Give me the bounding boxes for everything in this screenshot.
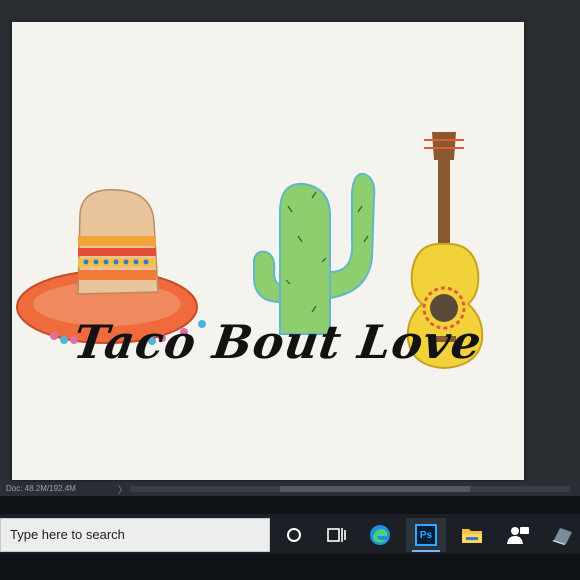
status-menu-arrow-icon[interactable]: 〉 xyxy=(118,483,127,496)
photoshop-status-bar: Doc: 48.2M/192.4M 〉 xyxy=(0,482,580,496)
search-input[interactable] xyxy=(10,527,260,542)
scrollbar-thumb[interactable] xyxy=(280,486,470,492)
document-size-readout: Doc: 48.2M/192.4M xyxy=(6,484,76,493)
app-icon xyxy=(552,528,572,545)
windows-taskbar: Ps xyxy=(0,496,580,580)
ps-icon: Ps xyxy=(415,524,437,546)
horizontal-scrollbar[interactable] xyxy=(130,486,570,492)
edge-button[interactable] xyxy=(360,518,400,552)
cactus-icon xyxy=(253,172,376,335)
edge-icon xyxy=(370,525,390,545)
document-canvas[interactable]: Taco Bout Love xyxy=(12,22,524,480)
people-button[interactable] xyxy=(498,518,538,552)
photoshop-taskbar-button[interactable]: Ps xyxy=(406,518,446,552)
people-icon xyxy=(507,527,529,544)
extra-app-button[interactable] xyxy=(542,518,580,552)
task-view-icon xyxy=(327,528,346,542)
artwork-illustration xyxy=(16,132,484,370)
cortana-button[interactable] xyxy=(274,518,314,552)
file-explorer-button[interactable] xyxy=(452,518,492,552)
folder-icon xyxy=(462,529,482,543)
photoshop-workspace: Taco Bout Love xyxy=(0,0,580,485)
circle-icon xyxy=(287,528,301,542)
ps-icon-label: Ps xyxy=(419,529,433,541)
taskbar-search-box[interactable] xyxy=(0,518,270,552)
artwork-title-text: Taco Bout Love xyxy=(70,315,486,369)
task-view-button[interactable] xyxy=(316,518,356,552)
